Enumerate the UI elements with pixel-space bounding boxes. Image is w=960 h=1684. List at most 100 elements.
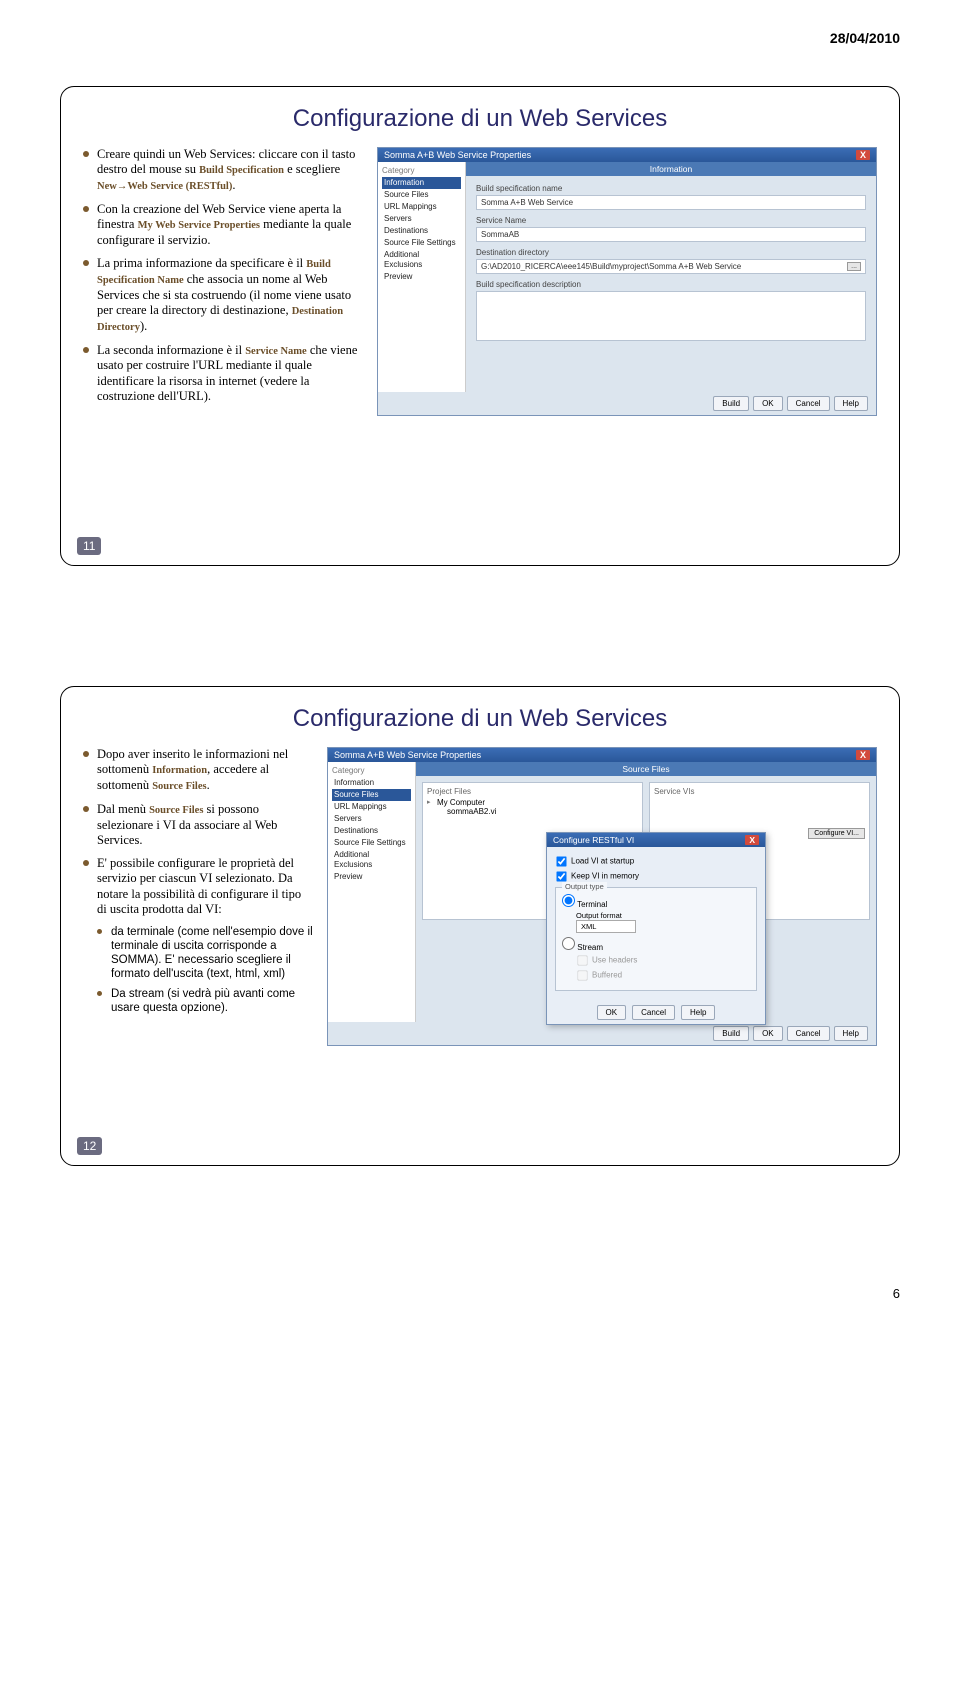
keyword: Service Name — [245, 346, 307, 357]
radio-stream[interactable]: Stream — [562, 937, 750, 952]
slide-number: 11 — [77, 537, 101, 555]
cancel-button[interactable]: Cancel — [787, 396, 830, 411]
dialog-title: Somma A+B Web Service Properties — [384, 150, 531, 160]
sidebar-item-url-mappings[interactable]: URL Mappings — [332, 801, 411, 813]
slide-11: Configurazione di un Web Services Creare… — [60, 86, 900, 566]
close-icon[interactable]: X — [745, 835, 759, 845]
slide-text-column: Dopo aver inserito le informazioni nel s… — [83, 747, 313, 1056]
help-button[interactable]: Help — [834, 396, 868, 411]
configure-vi-button[interactable]: Configure VI... — [808, 828, 865, 839]
bullet-text: E' possibile configurare le proprietà de… — [97, 856, 301, 916]
build-button[interactable]: Build — [713, 1026, 749, 1041]
bullet-text: La prima informazione da specificare è i… — [97, 256, 306, 270]
sidebar-item-information[interactable]: Information — [382, 177, 461, 189]
ok-button[interactable]: OK — [753, 396, 783, 411]
bullet: Dal menù Source Files si possono selezio… — [83, 802, 313, 848]
browse-button[interactable]: ... — [847, 262, 861, 271]
screenshot-properties-dialog: Somma A+B Web Service Properties X Categ… — [377, 147, 877, 416]
screenshot-properties-dialog: Somma A+B Web Service Properties X Categ… — [327, 747, 877, 1046]
bullet-text: e scegliere — [284, 162, 340, 176]
keyword: Source Files — [149, 805, 203, 816]
slide-number: 12 — [77, 1137, 102, 1155]
dialog-sidebar: Category Information Source Files URL Ma… — [328, 762, 416, 1022]
sub-bullet: da terminale (come nell'esempio dove il … — [97, 925, 313, 981]
dialog-sidebar: Category Information Source Files URL Ma… — [378, 162, 466, 392]
field-label: Build specification description — [476, 280, 866, 289]
sidebar-item-preview[interactable]: Preview — [332, 871, 411, 883]
output-format-select[interactable]: XML — [576, 920, 636, 933]
cancel-button[interactable]: Cancel — [632, 1005, 675, 1020]
bullet: Con la creazione del Web Service viene a… — [83, 202, 363, 248]
dialog-titlebar: Somma A+B Web Service Properties X — [378, 148, 876, 162]
slide-12: Configurazione di un Web Services Dopo a… — [60, 686, 900, 1166]
bullet-text: La seconda informazione è il — [97, 343, 245, 357]
sidebar-header: Category — [332, 766, 411, 775]
bullet: E' possibile configurare le proprietà de… — [83, 856, 313, 917]
slide-text-column: Creare quindi un Web Services: cliccare … — [83, 147, 363, 426]
slide-title: Configurazione di un Web Services — [83, 105, 877, 133]
document-date: 28/04/2010 — [60, 30, 900, 46]
sidebar-item-destinations[interactable]: Destinations — [332, 825, 411, 837]
sidebar-item-source-files[interactable]: Source Files — [382, 189, 461, 201]
slide-title: Configurazione di un Web Services — [83, 705, 877, 733]
checkbox-use-headers: Use headers — [576, 954, 750, 967]
keyword: My Web Service Properties — [138, 220, 260, 231]
bullet: Dopo aver inserito le informazioni nel s… — [83, 747, 313, 794]
keyword: Build Specification — [199, 165, 284, 176]
sidebar-header: Category — [382, 166, 461, 175]
ok-button[interactable]: OK — [597, 1005, 627, 1020]
build-button[interactable]: Build — [713, 396, 749, 411]
bullet: Creare quindi un Web Services: cliccare … — [83, 147, 363, 194]
service-name-input[interactable]: SommaAB — [476, 227, 866, 242]
sidebar-item-additional-exclusions[interactable]: Additional Exclusions — [382, 249, 461, 271]
description-textarea[interactable] — [476, 291, 866, 341]
tree-node-root[interactable]: My Computer — [427, 798, 638, 807]
build-spec-name-input[interactable]: Somma A+B Web Service — [476, 195, 866, 210]
help-button[interactable]: Help — [681, 1005, 715, 1020]
content-tab-header: Information — [466, 162, 876, 176]
bullet-text: da terminale (come nell'esempio dove il … — [111, 926, 313, 980]
checkbox-load-startup[interactable]: Load VI at startup — [555, 855, 757, 868]
configure-restful-vi-dialog: Configure RESTful VI X Load VI at startu… — [546, 832, 766, 1025]
sidebar-item-servers[interactable]: Servers — [332, 813, 411, 825]
bullet-text: ). — [140, 319, 147, 333]
sidebar-item-source-file-settings[interactable]: Source File Settings — [332, 837, 411, 849]
field-label: Destination directory — [476, 248, 866, 257]
sidebar-item-url-mappings[interactable]: URL Mappings — [382, 201, 461, 213]
dialog-title: Somma A+B Web Service Properties — [334, 750, 481, 760]
dialog-title: Configure RESTful VI — [553, 835, 634, 845]
checkbox-buffered: Buffered — [576, 969, 750, 982]
destination-directory-input[interactable]: G:\AD2010_RICERCA\eee145\Build\myproject… — [476, 259, 866, 274]
sidebar-item-destinations[interactable]: Destinations — [382, 225, 461, 237]
group-title: Output type — [562, 882, 607, 891]
bullet: La seconda informazione è il Service Nam… — [83, 343, 363, 405]
cancel-button[interactable]: Cancel — [787, 1026, 830, 1041]
sidebar-item-additional-exclusions[interactable]: Additional Exclusions — [332, 849, 411, 871]
sidebar-item-source-files[interactable]: Source Files — [332, 789, 411, 801]
page-number: 6 — [60, 1286, 900, 1301]
help-button[interactable]: Help — [834, 1026, 868, 1041]
sidebar-item-servers[interactable]: Servers — [382, 213, 461, 225]
sub-bullet: Da stream (si vedrà più avanti come usar… — [97, 987, 313, 1015]
bullet-text: Dal menù — [97, 802, 149, 816]
ok-button[interactable]: OK — [753, 1026, 783, 1041]
bullet: La prima informazione da specificare è i… — [83, 256, 363, 334]
radio-terminal[interactable]: Terminal — [562, 894, 750, 909]
pane-header: Service VIs — [654, 787, 865, 796]
keyword: Source Files — [152, 781, 206, 792]
dialog-titlebar: Somma A+B Web Service Properties X — [328, 748, 876, 762]
sidebar-item-preview[interactable]: Preview — [382, 271, 461, 283]
sidebar-item-source-file-settings[interactable]: Source File Settings — [382, 237, 461, 249]
bullet-text: . — [232, 178, 235, 192]
close-icon[interactable]: X — [856, 150, 870, 160]
close-icon[interactable]: X — [856, 750, 870, 760]
pane-header: Project Files — [427, 787, 638, 796]
content-tab-header: Source Files — [416, 762, 876, 776]
dialog-titlebar: Configure RESTful VI X — [547, 833, 765, 847]
sidebar-item-information[interactable]: Information — [332, 777, 411, 789]
bullet-text: . — [207, 778, 210, 792]
field-label: Service Name — [476, 216, 866, 225]
keyword: New→Web Service (RESTful) — [97, 181, 232, 192]
keyword: Information — [152, 765, 207, 776]
tree-node-file[interactable]: sommaAB2.vi — [427, 807, 638, 816]
